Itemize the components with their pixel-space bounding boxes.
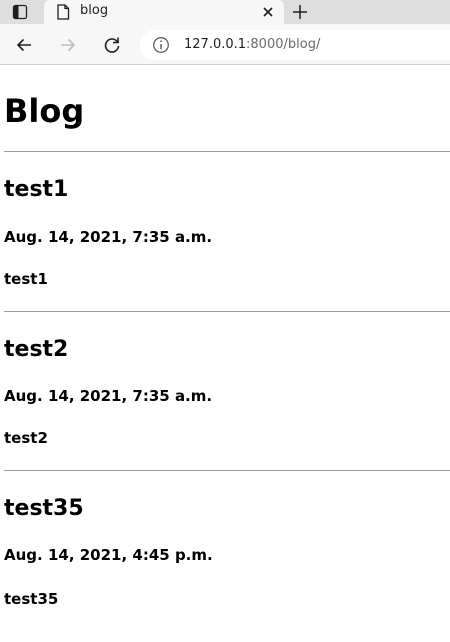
url-path: :8000/blog/ bbox=[246, 37, 321, 52]
tab-title: blog bbox=[80, 3, 109, 18]
post-title: test2 bbox=[4, 337, 69, 362]
post-title: test35 bbox=[4, 496, 84, 521]
url-host: 127.0.0.1 bbox=[184, 37, 247, 52]
tab-strip: blog bbox=[0, 0, 450, 24]
page-icon bbox=[56, 4, 70, 20]
post-body: test35 bbox=[4, 590, 59, 608]
post-date: Aug. 14, 2021, 4:45 p.m. bbox=[4, 546, 213, 564]
post-body: test2 bbox=[4, 429, 48, 447]
address-bar[interactable]: 127.0.0.1:8000/blog/ bbox=[140, 30, 450, 60]
post-date: Aug. 14, 2021, 7:35 a.m. bbox=[4, 387, 213, 405]
arrow-left-icon[interactable] bbox=[12, 33, 36, 57]
divider bbox=[4, 470, 450, 471]
arrow-right-icon[interactable] bbox=[56, 33, 80, 57]
browser-toolbar: 127.0.0.1:8000/blog/ bbox=[0, 24, 450, 65]
divider bbox=[4, 151, 450, 152]
browser-tab[interactable]: blog bbox=[44, 0, 284, 24]
page-title: Blog bbox=[4, 92, 85, 130]
reload-icon[interactable] bbox=[100, 33, 124, 57]
info-icon[interactable] bbox=[152, 36, 170, 54]
post-date: Aug. 14, 2021, 7:35 a.m. bbox=[4, 228, 213, 246]
close-icon[interactable] bbox=[258, 2, 278, 22]
tab-actions-icon[interactable] bbox=[0, 0, 40, 24]
post-body: test1 bbox=[4, 270, 48, 288]
plus-icon[interactable] bbox=[288, 0, 312, 24]
divider bbox=[4, 311, 450, 312]
url-text[interactable]: 127.0.0.1:8000/blog/ bbox=[184, 37, 320, 52]
post-title: test1 bbox=[4, 177, 69, 202]
